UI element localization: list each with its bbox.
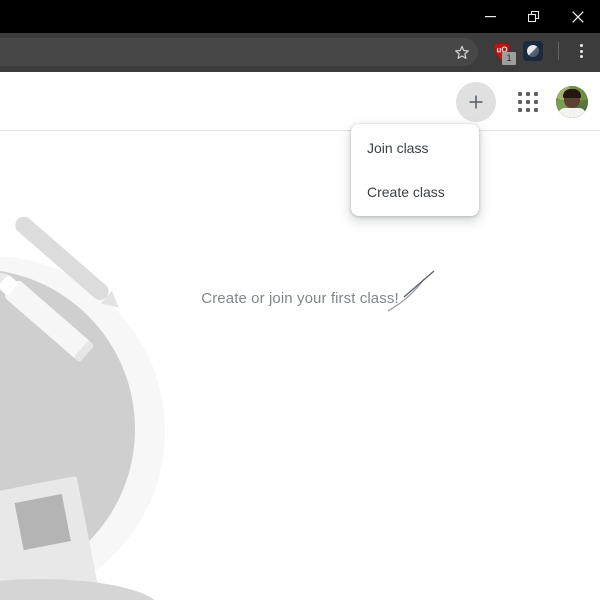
apps-grid-icon [518,91,538,112]
illustration-graphic [0,216,435,600]
close-button[interactable] [556,0,600,33]
grid-dot [534,99,538,104]
app-header [0,72,600,131]
page-content: Create or join your first class! Join cl… [0,72,600,600]
menu-item-create-class[interactable]: Create class [351,176,479,208]
grid-dot [534,107,538,112]
empty-state-message: Create or join your first class! [201,290,399,307]
grid-dot [526,107,530,112]
grid-dot [518,91,522,96]
minimize-button[interactable] [468,0,512,33]
restore-icon [528,10,540,22]
add-class-menu: Join class Create class [351,124,479,216]
moon-icon [527,45,539,57]
minimize-icon [484,16,496,18]
grid-dot [518,99,522,104]
avatar-shirt [558,107,586,118]
avatar[interactable] [556,85,588,118]
chrome-menu-button[interactable] [571,41,591,61]
toolbar-divider [558,42,559,60]
window-title-bar [0,0,600,33]
extension-icon-secondary[interactable] [523,41,543,61]
grid-dot [526,91,530,96]
star-icon [455,45,469,59]
restore-button[interactable] [512,0,556,33]
grid-dot [518,107,522,112]
menu-dot [579,55,583,58]
extension-badge-count: 1 [502,52,516,65]
grid-dot [534,91,538,96]
header-actions [456,72,588,131]
grid-dot [526,99,530,104]
menu-dot [579,44,583,47]
address-bar[interactable] [0,38,478,66]
browser-window: uO 1 Create or join your first class! Jo… [0,0,600,600]
empty-state-illustration: Create or join your first class! [0,131,600,600]
menu-dot [579,49,583,53]
avatar-hair [563,88,581,98]
google-apps-button[interactable] [508,82,548,122]
plus-icon [469,95,483,108]
window-controls [468,0,600,33]
close-icon [572,10,584,23]
add-class-button[interactable] [456,81,496,122]
bookmark-star-icon[interactable] [452,42,472,62]
menu-item-join-class[interactable]: Join class [351,132,479,164]
